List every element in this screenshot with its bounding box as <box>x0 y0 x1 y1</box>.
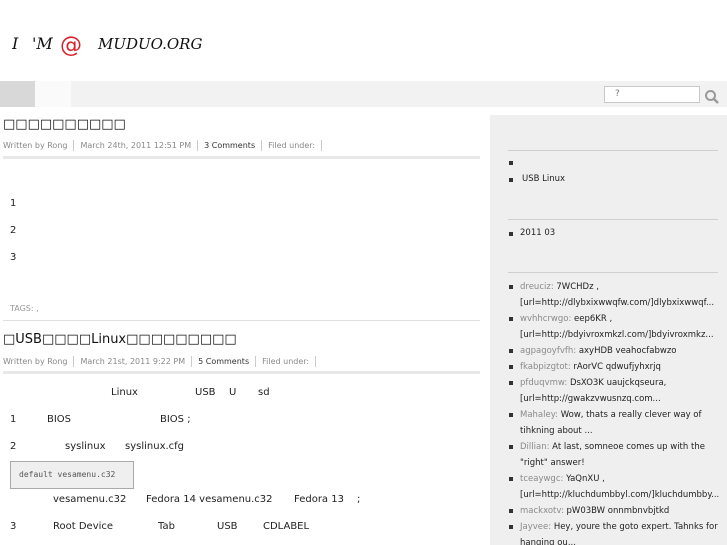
body-text: Tab <box>158 521 175 532</box>
bullet-icon <box>509 285 513 289</box>
recent-comment[interactable]: mackxotv: pW03BW onnmbnvbjtkd <box>520 503 720 519</box>
bullet-icon <box>509 413 513 417</box>
recent-comment[interactable]: fkabpizgtot: rAorVC qdwufjyhxrjq <box>520 359 720 375</box>
bullet-icon <box>509 445 513 449</box>
body-text: syslinux.cfg <box>125 441 185 452</box>
recent-comment[interactable]: Dillian: At last, somneoe comes up with … <box>520 439 720 471</box>
body-text: Fedora 14 vesamenu.c32 <box>146 494 273 505</box>
post-title[interactable]: □□□□□□□□□□ <box>3 117 126 132</box>
nav-tab-secondary[interactable] <box>35 81 71 107</box>
body-text: Root Device <box>53 521 114 532</box>
post-author: Written by Rong <box>3 357 68 366</box>
divider <box>3 320 480 321</box>
svg-text:MUDUO.ORG: MUDUO.ORG <box>97 35 202 53</box>
list-item-number: 1 <box>10 198 17 209</box>
sidebar-divider <box>508 150 718 151</box>
recent-comment[interactable]: agpagoyfvfh: axyHDB veahocfabwzo <box>520 343 720 359</box>
list-item-number: 3 <box>10 252 17 263</box>
svg-text:I: I <box>12 34 19 53</box>
post-meta: Written by Rong March 21st, 2011 9:22 PM 5… <box>3 356 322 367</box>
svg-text:@: @ <box>60 33 82 58</box>
bullet-icon <box>509 161 513 165</box>
filed-under: Filed under: <box>268 141 316 150</box>
body-text: syslinux <box>65 441 106 452</box>
bullet-icon <box>509 381 513 385</box>
comments-link[interactable]: 3 Comments <box>204 141 255 150</box>
comments-link[interactable]: 5 Comments <box>198 357 249 366</box>
recent-comment[interactable]: Jayvee: Hey, youre the goto expert. Tahn… <box>520 519 720 545</box>
bullet-icon <box>509 477 513 481</box>
post-author: Written by Rong <box>3 141 68 150</box>
body-text: CDLABEL <box>263 521 310 532</box>
bullet-icon <box>509 178 513 182</box>
code-block: default vesamenu.c32 <box>10 461 134 489</box>
post-meta: Written by Rong March 24th, 2011 12:51 PM… <box>3 140 328 151</box>
sidebar-item-usb-linux[interactable]: USB Linux <box>522 174 565 184</box>
bullet-icon <box>509 525 513 529</box>
search-input[interactable]: ? <box>604 86 700 103</box>
list-item-number: 2 <box>10 225 17 236</box>
sidebar-divider <box>508 272 718 273</box>
sidebar-divider <box>508 219 718 220</box>
recent-comment[interactable]: Mahaley: Wow, thats a really clever way … <box>520 407 720 439</box>
post-title[interactable]: □USB□□□□Linux□□□□□□□□□ <box>3 332 237 347</box>
recent-comment[interactable]: tceaywgc: YaQnXU , [url=http://kluchdumb… <box>520 471 720 503</box>
body-text: BIOS ; <box>160 414 191 425</box>
list-item-number: 1 <box>10 414 17 425</box>
body-text: USB <box>217 521 238 532</box>
bullet-icon <box>509 509 513 513</box>
post-tags: TAGS: , <box>10 304 39 313</box>
body-text: USB <box>195 387 216 398</box>
body-text: Fedora 13 <box>294 494 344 505</box>
bullet-icon <box>509 317 513 321</box>
body-text: U <box>229 387 237 398</box>
recent-comment[interactable]: wvhhcrwgo: eep6KR , [url=http://bdyivrox… <box>520 311 720 343</box>
body-text: ; <box>357 494 361 505</box>
divider <box>3 371 480 374</box>
recent-comment[interactable]: dreuciz: 7WCHDz , [url=http://dlybxixwwq… <box>520 279 720 311</box>
body-text: sd <box>258 387 270 398</box>
recent-comment[interactable]: pfduqvmw: DsXO3K uaujckqseura, [url=http… <box>520 375 720 407</box>
post-date: March 24th, 2011 12:51 PM <box>80 141 192 150</box>
nav-tab-home[interactable] <box>0 81 35 107</box>
body-text: vesamenu.c32 <box>53 494 127 505</box>
bullet-icon <box>509 349 513 353</box>
post-date: March 21st, 2011 9:22 PM <box>80 357 186 366</box>
filed-under: Filed under: <box>262 357 310 366</box>
search-icon[interactable] <box>704 89 720 105</box>
list-item-number: 2 <box>10 441 17 452</box>
body-text: Linux <box>111 387 138 398</box>
list-item-number: 3 <box>10 521 17 532</box>
bullet-icon <box>509 365 513 369</box>
sidebar-archive-item[interactable]: 2011 03 <box>520 228 555 238</box>
bullet-icon <box>509 232 513 236</box>
body-text: BIOS <box>47 414 72 425</box>
site-logo[interactable]: I 'M @ MUDUO.ORG <box>12 30 202 60</box>
divider <box>3 156 480 159</box>
svg-text:'M: 'M <box>32 34 53 53</box>
